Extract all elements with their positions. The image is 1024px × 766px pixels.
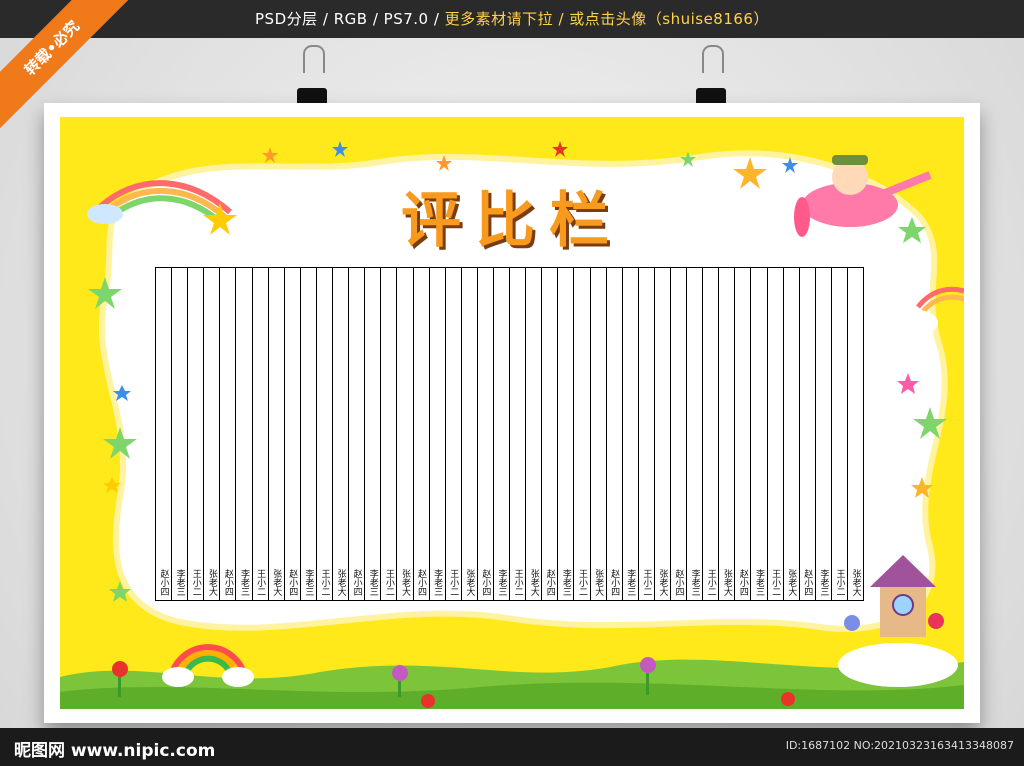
table-column: 李老三: [558, 268, 575, 601]
column-name-label: 赵小四: [802, 569, 813, 596]
table-column: 赵小四: [156, 268, 173, 601]
column-name-label: 张老大: [593, 569, 604, 596]
column-name-label: 李老三: [818, 569, 829, 596]
footer-bar: 昵图网 www.nipic.com ID:1687102 NO:20210323…: [0, 728, 1024, 766]
table-column: 王小二: [767, 268, 784, 601]
column-name-label: 李老三: [303, 569, 314, 596]
table-column: 张老大: [654, 268, 671, 601]
column-name-label: 王小二: [705, 569, 716, 596]
table-column: 王小二: [638, 268, 655, 601]
image-id-text: ID:1687102 NO:20210323163413348087: [785, 739, 1014, 752]
clip-wire-left: [303, 45, 325, 73]
column-name-label: 赵小四: [158, 569, 169, 596]
table-column: 王小二: [831, 268, 849, 601]
column-name-label: 李老三: [560, 569, 571, 596]
site-logo[interactable]: 昵图网 www.nipic.com: [14, 736, 215, 761]
table-column: 张老大: [526, 268, 543, 601]
column-name-label: 张老大: [657, 569, 668, 596]
table-column: 张老大: [333, 268, 350, 601]
table-column: 张老大: [719, 268, 736, 601]
clip-wire-right: [702, 45, 724, 73]
column-name-label: 张老大: [850, 569, 861, 596]
column-name-label: 李老三: [367, 569, 378, 596]
table-column: 王小二: [252, 268, 269, 601]
promo-text[interactable]: 更多素材请下拉 / 或点击头像（shuise8166）: [445, 10, 769, 28]
table-column: 王小二: [703, 268, 720, 601]
table-column: 李老三: [815, 268, 832, 601]
table-column: 王小二: [510, 268, 527, 601]
column-name-label: 张老大: [464, 569, 475, 596]
column-name-label: 李老三: [754, 569, 765, 596]
column-name-label: 赵小四: [287, 569, 298, 596]
table-column: 赵小四: [477, 268, 494, 601]
table-column: 张老大: [204, 268, 221, 601]
table-column: 张老大: [848, 268, 865, 601]
column-name-label: 李老三: [625, 569, 636, 596]
table-column: 王小二: [316, 268, 334, 601]
header-bar: PSD分层 / RGB / PS7.0 / 更多素材请下拉 / 或点击头像（sh…: [0, 0, 1024, 38]
column-name-label: 张老大: [399, 569, 410, 596]
column-name-label: 王小二: [190, 569, 201, 596]
table-column: 张老大: [397, 268, 414, 601]
column-name-label: 李老三: [239, 569, 250, 596]
specs-text: PSD分层 / RGB / PS7.0 /: [255, 10, 445, 28]
table-column: 赵小四: [799, 268, 816, 601]
table-column: 张老大: [268, 268, 285, 601]
column-name-label: 赵小四: [544, 569, 555, 596]
table-column: 赵小四: [606, 268, 623, 601]
column-name-label: 王小二: [770, 569, 781, 596]
column-name-label: 王小二: [448, 569, 459, 596]
column-name-label: 王小二: [641, 569, 652, 596]
column-name-label: 张老大: [721, 569, 732, 596]
table-column: 李老三: [429, 268, 446, 601]
column-name-label: 李老三: [689, 569, 700, 596]
table-column: 李老三: [236, 268, 253, 601]
table-column: 李老三: [300, 268, 317, 601]
column-name-label: 张老大: [786, 569, 797, 596]
table-column: 赵小四: [542, 268, 559, 601]
table-column: 李老三: [172, 268, 189, 601]
column-name-label: 赵小四: [673, 569, 684, 596]
column-name-label: 王小二: [383, 569, 394, 596]
column-name-label: 王小二: [834, 569, 845, 596]
column-name-label: 张老大: [206, 569, 217, 596]
table-column: 王小二: [445, 268, 462, 601]
column-name-label: 李老三: [174, 569, 185, 596]
table-column: 张老大: [783, 268, 800, 601]
column-name-label: 赵小四: [737, 569, 748, 596]
table-column: 李老三: [493, 268, 511, 601]
table-column: 李老三: [622, 268, 639, 601]
column-name-label: 张老大: [271, 569, 282, 596]
table-column: 王小二: [381, 268, 398, 601]
table-column: 赵小四: [284, 268, 301, 601]
column-name-label: 李老三: [496, 569, 507, 596]
table-column: 李老三: [687, 268, 704, 601]
column-name-label: 李老三: [432, 569, 443, 596]
table-column: 张老大: [461, 268, 478, 601]
table-column: 赵小四: [735, 268, 752, 601]
column-name-label: 王小二: [512, 569, 523, 596]
column-name-label: 赵小四: [416, 569, 427, 596]
table-column: 王小二: [188, 268, 205, 601]
column-name-label: 张老大: [335, 569, 346, 596]
column-name-label: 王小二: [319, 569, 330, 596]
table-column: 赵小四: [349, 268, 366, 601]
column-name-label: 张老大: [528, 569, 539, 596]
table-column: 李老三: [751, 268, 768, 601]
column-name-label: 赵小四: [480, 569, 491, 596]
table-column: 赵小四: [671, 268, 688, 601]
table-column: 王小二: [574, 268, 591, 601]
column-name-label: 王小二: [576, 569, 587, 596]
poster-title: 评比栏: [401, 186, 623, 256]
table-column: 李老三: [365, 268, 382, 601]
column-name-label: 赵小四: [609, 569, 620, 596]
column-name-label: 赵小四: [351, 569, 362, 596]
column-name-label: 王小二: [255, 569, 266, 596]
table-column: 张老大: [590, 268, 607, 601]
table-column: 赵小四: [220, 268, 237, 601]
table-column: 赵小四: [413, 268, 430, 601]
ranking-table: 赵小四 李老三 王小二 张老大 赵小四 李老三 王小二 张老大 赵小四 李老三 王小二 张老大 赵小四李…: [155, 267, 865, 601]
column-name-label: 赵小四: [222, 569, 233, 596]
